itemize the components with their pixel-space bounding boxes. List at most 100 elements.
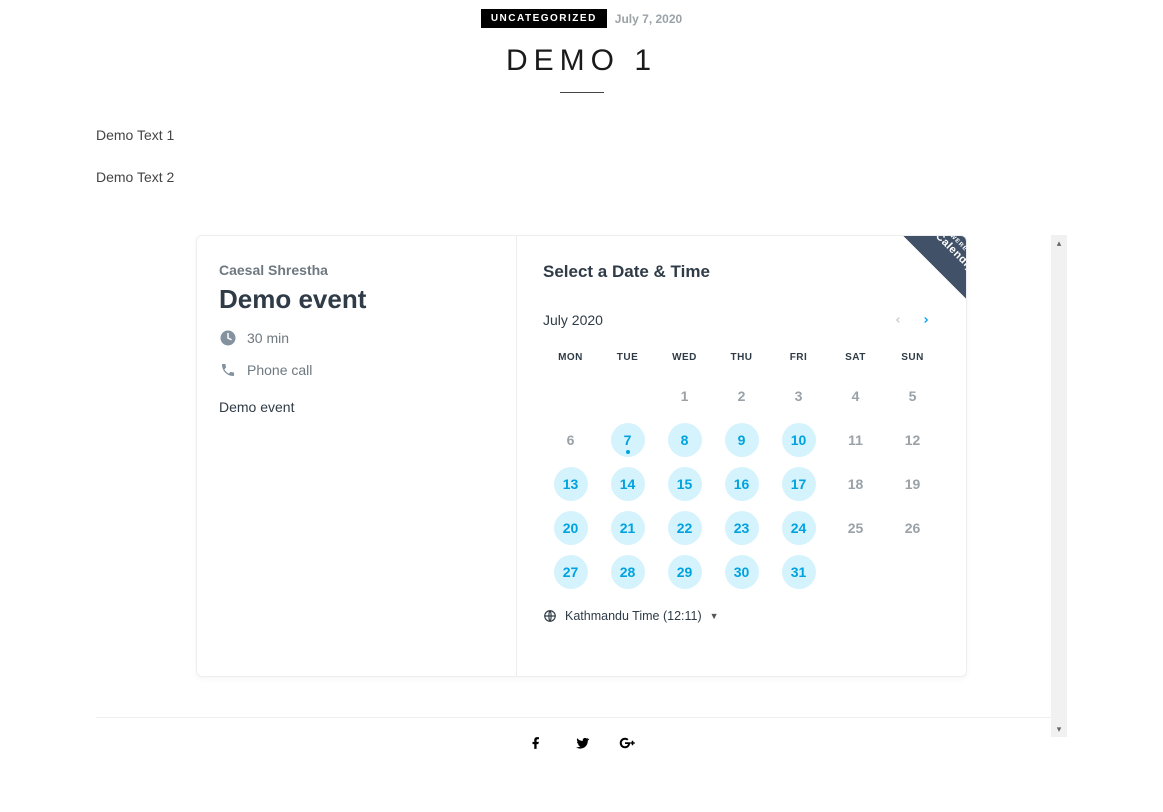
calendar-day-number[interactable]: 8 [668,423,702,457]
calendar-day-cell[interactable]: 21 [600,509,655,547]
calendar-day-cell: 26 [885,509,940,547]
calendar-day-cell: 6 [543,421,598,459]
calendar-day-cell[interactable]: 14 [600,465,655,503]
calendar-day-number: 25 [839,511,873,545]
paragraph: Demo Text 1 [96,127,1067,143]
calendar-day-number: 26 [896,511,930,545]
day-of-week-header: SUN [885,352,940,371]
calendar-day-number: 11 [839,423,873,457]
calendar-day-number[interactable]: 30 [725,555,759,589]
scrollbar-track[interactable]: ▴ ▾ [1051,235,1067,737]
select-date-title: Select a Date & Time [543,262,940,282]
post-date: July 7, 2020 [615,12,682,26]
calendar-day-number: 4 [839,379,873,413]
post-header: UNCATEGORIZED July 7, 2020 DEMO 1 [0,0,1163,93]
calendar-day-number[interactable]: 27 [554,555,588,589]
calendar-day-number: 3 [782,379,816,413]
calendar-day-cell[interactable]: 7 [600,421,655,459]
calendar-day-cell: 18 [828,465,883,503]
calendar-day-cell: 4 [828,377,883,415]
calendar-day-number[interactable]: 23 [725,511,759,545]
post-content: Demo Text 1 Demo Text 2 ▴ ▾ POWERED BY C… [0,93,1163,677]
calendar-day-cell[interactable]: 20 [543,509,598,547]
paragraph: Demo Text 2 [96,169,1067,185]
calendar-day-number[interactable]: 31 [782,555,816,589]
calendar-day-number[interactable]: 7 [611,423,645,457]
calendar-day-cell[interactable]: 16 [714,465,769,503]
calendar-pane: Select a Date & Time July 2020 MONTUEWED… [517,236,966,676]
calendar-day-number[interactable]: 22 [668,511,702,545]
calendar-day-cell[interactable]: 8 [657,421,712,459]
timezone-selector[interactable]: Kathmandu Time (12:11) ▼ [543,609,719,623]
calendar-day-cell: 19 [885,465,940,503]
twitter-icon[interactable] [573,734,591,752]
calendar-day-number[interactable]: 24 [782,511,816,545]
calendar-day-cell [885,553,940,591]
event-details-pane: Caesal Shrestha Demo event 30 min Phone … [197,236,517,676]
calendar-day-cell[interactable]: 15 [657,465,712,503]
phone-icon [219,361,237,379]
next-month-button[interactable] [912,306,940,334]
calendar-day-cell: 5 [885,377,940,415]
prev-month-button[interactable] [884,306,912,334]
calendly-widget: POWERED BY Calendly Caesal Shrestha Demo… [196,235,967,677]
calendar-day-cell[interactable]: 22 [657,509,712,547]
scroll-up-button[interactable]: ▴ [1051,235,1067,251]
calendar-day-number[interactable]: 15 [668,467,702,501]
calendar-day-cell[interactable]: 23 [714,509,769,547]
calendar-day-number[interactable]: 13 [554,467,588,501]
calendar-day-cell: 2 [714,377,769,415]
calendar-day-cell[interactable]: 31 [771,553,826,591]
calendar-day-number[interactable]: 14 [611,467,645,501]
calendar-day-number[interactable]: 10 [782,423,816,457]
calendar-day-cell[interactable]: 27 [543,553,598,591]
calendar-day-cell[interactable]: 28 [600,553,655,591]
calendar-day-number: 19 [896,467,930,501]
calendar-day-cell[interactable]: 9 [714,421,769,459]
category-badge[interactable]: UNCATEGORIZED [481,9,607,28]
calendar-day-number[interactable]: 28 [611,555,645,589]
duration-row: 30 min [219,329,494,347]
calendar-day-cell[interactable]: 10 [771,421,826,459]
page-title: DEMO 1 [0,44,1163,78]
scroll-down-button[interactable]: ▾ [1051,721,1067,737]
chevron-down-icon: ▼ [710,611,719,621]
day-of-week-header: FRI [771,352,826,371]
calendar-day-cell: 11 [828,421,883,459]
calendar-day-cell[interactable]: 17 [771,465,826,503]
calendar-day-cell [600,377,655,415]
social-share-row [0,734,1163,762]
calendar-day-cell[interactable]: 30 [714,553,769,591]
day-of-week-header: WED [657,352,712,371]
calendar-day-number[interactable]: 21 [611,511,645,545]
calendar-day-number[interactable]: 9 [725,423,759,457]
clock-icon [219,329,237,347]
calendar-day-number[interactable]: 17 [782,467,816,501]
calendar-day-number: 6 [554,423,588,457]
google-plus-icon[interactable] [619,734,637,752]
day-of-week-header: MON [543,352,598,371]
facebook-icon[interactable] [527,734,545,752]
calendar-day-cell: 3 [771,377,826,415]
calendly-embed: ▴ ▾ POWERED BY Calendly Caesal Shrestha … [96,235,1067,677]
calendar-day-cell: 1 [657,377,712,415]
day-of-week-header: THU [714,352,769,371]
calendar-day-number[interactable]: 16 [725,467,759,501]
event-description: Demo event [219,399,494,415]
globe-icon [543,609,557,623]
timezone-label: Kathmandu Time (12:11) [565,609,702,623]
calendar-day-number: 5 [896,379,930,413]
calendar-day-cell [828,553,883,591]
calendar-day-number[interactable]: 20 [554,511,588,545]
calendar-day-cell[interactable]: 29 [657,553,712,591]
day-of-week-header: SAT [828,352,883,371]
calendar-day-number: 2 [725,379,759,413]
footer-divider [96,717,1067,718]
calendar-day-cell[interactable]: 13 [543,465,598,503]
calendar-day-cell: 25 [828,509,883,547]
location-row: Phone call [219,361,494,379]
calendar-day-cell [543,377,598,415]
calendar-day-number[interactable]: 29 [668,555,702,589]
calendar-day-cell[interactable]: 24 [771,509,826,547]
calendar-day-number: 18 [839,467,873,501]
